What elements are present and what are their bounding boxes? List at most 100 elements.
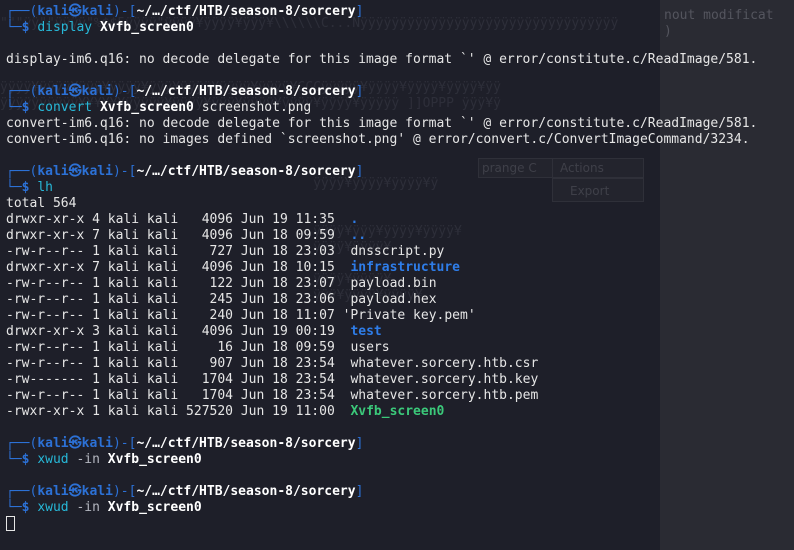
file-size: 4096: [186, 228, 234, 243]
file-size: 1704: [186, 388, 234, 403]
file-month: Jun: [240, 372, 265, 387]
prompt-frame: └─: [6, 452, 22, 467]
prompt-frame: ┌──(: [6, 484, 38, 499]
file-time: 09:59: [295, 340, 335, 355]
prompt-path: ~/…/ctf/HTB/season-8/sorcery: [136, 84, 356, 99]
file-month: Jun: [240, 324, 265, 339]
listing-row: drwxr-xr-x 7 kali kali 4096 Jun 18 09:59…: [6, 228, 794, 244]
prompt-path: ~/…/ctf/HTB/season-8/sorcery: [136, 4, 356, 19]
file-group: kali: [146, 372, 179, 387]
output-text: total 564: [6, 196, 77, 211]
prompt-header: ┌──(kali㉿kali)-[~/…/ctf/HTB/season-8/sor…: [6, 436, 794, 452]
file-day: 18: [272, 388, 288, 403]
file-name[interactable]: Xvfb_screen0: [350, 404, 444, 419]
file-links: 1: [92, 404, 100, 419]
file-owner: kali: [107, 244, 140, 259]
prompt-frame: ]: [355, 484, 364, 499]
file-permissions: drwxr-xr-x: [6, 228, 85, 243]
prompt-symbol: $: [21, 20, 30, 35]
file-owner: kali: [107, 356, 140, 371]
prompt-user: kali: [37, 164, 69, 179]
file-permissions: -rw-r--r--: [6, 356, 85, 371]
file-name[interactable]: users: [350, 340, 389, 355]
file-owner: kali: [107, 404, 140, 419]
file-links: 4: [92, 212, 100, 227]
file-group: kali: [146, 244, 179, 259]
file-time: 23:07: [295, 276, 335, 291]
file-month: Jun: [240, 340, 265, 355]
file-group: kali: [146, 292, 179, 307]
file-permissions: -rwxr-xr-x: [6, 404, 85, 419]
file-size: 4096: [186, 212, 234, 227]
prompt-user: kali: [37, 436, 69, 451]
prompt-user: kali: [37, 84, 69, 99]
listing-row: -rw-r--r-- 1 kali kali 122 Jun 18 23:07 …: [6, 276, 794, 292]
prompt-at-icon: ㉿: [68, 436, 82, 451]
file-day: 18: [272, 260, 288, 275]
prompt-frame: └─: [6, 100, 22, 115]
file-size: 727: [186, 244, 234, 259]
terminal-output[interactable]: ┌──(kali㉿kali)-[~/…/ctf/HTB/season-8/sor…: [6, 4, 794, 532]
file-size: 245: [186, 292, 234, 307]
prompt-user: kali: [37, 4, 69, 19]
file-day: 18: [272, 292, 288, 307]
file-owner: kali: [107, 388, 140, 403]
prompt-frame: └─: [6, 20, 22, 35]
file-links: 1: [92, 292, 100, 307]
listing-row: -rw-r--r-- 1 kali kali 240 Jun 18 11:07 …: [6, 308, 794, 324]
file-name[interactable]: infrastructure: [350, 260, 460, 275]
file-name[interactable]: ..: [350, 228, 366, 243]
file-permissions: -rw-r--r--: [6, 292, 85, 307]
file-owner: kali: [107, 324, 140, 339]
prompt-frame: ]: [355, 4, 364, 19]
command-name: lh: [37, 180, 53, 195]
terminal-cursor[interactable]: [6, 516, 15, 531]
file-permissions: drwxr-xr-x: [6, 260, 85, 275]
file-size: 16: [186, 340, 234, 355]
file-links: 1: [92, 244, 100, 259]
file-day: 18: [272, 276, 288, 291]
file-time: 23:06: [295, 292, 335, 307]
listing-row: drwxr-xr-x 7 kali kali 4096 Jun 18 10:15…: [6, 260, 794, 276]
file-permissions: -rw-r--r--: [6, 308, 85, 323]
file-links: 1: [92, 340, 100, 355]
prompt-command-line: └─$ display Xvfb_screen0: [6, 20, 794, 36]
prompt-at-icon: ㉿: [68, 4, 82, 19]
prompt-frame: )-[: [112, 164, 137, 179]
file-day: 19: [272, 212, 288, 227]
file-group: kali: [146, 212, 179, 227]
file-month: Jun: [240, 212, 265, 227]
file-permissions: -rw-r--r--: [6, 276, 85, 291]
file-month: Jun: [240, 276, 265, 291]
file-group: kali: [146, 404, 179, 419]
prompt-header: ┌──(kali㉿kali)-[~/…/ctf/HTB/season-8/sor…: [6, 164, 794, 180]
file-name[interactable]: test: [350, 324, 381, 339]
file-name[interactable]: .: [350, 212, 358, 227]
file-links: 1: [92, 276, 100, 291]
prompt-command-line: └─$ convert Xvfb_screen0 screenshot.png: [6, 100, 794, 116]
file-name[interactable]: payload.hex: [350, 292, 436, 307]
file-group: kali: [146, 260, 179, 275]
listing-row: drwxr-xr-x 4 kali kali 4096 Jun 19 11:35…: [6, 212, 794, 228]
command-name: display: [37, 20, 93, 35]
prompt-frame: └─: [6, 180, 22, 195]
file-name[interactable]: whatever.sorcery.htb.key: [350, 372, 538, 387]
output-text: convert-im6.q16: no images defined `scre…: [6, 132, 750, 147]
file-month: Jun: [240, 308, 265, 323]
file-name[interactable]: dnsscript.py: [350, 244, 444, 259]
file-name[interactable]: payload.bin: [350, 276, 436, 291]
file-name[interactable]: whatever.sorcery.htb.pem: [350, 388, 538, 403]
prompt-frame: )-[: [112, 84, 137, 99]
prompt-frame: ┌──(: [6, 164, 38, 179]
file-group: kali: [146, 340, 179, 355]
file-time: 23:03: [295, 244, 335, 259]
file-size: 527520: [186, 404, 234, 419]
prompt-host: kali: [81, 4, 113, 19]
file-links: 7: [92, 260, 100, 275]
file-name[interactable]: 'Private key.pem': [343, 308, 476, 323]
file-size: 4096: [186, 260, 234, 275]
file-name[interactable]: whatever.sorcery.htb.csr: [350, 356, 538, 371]
